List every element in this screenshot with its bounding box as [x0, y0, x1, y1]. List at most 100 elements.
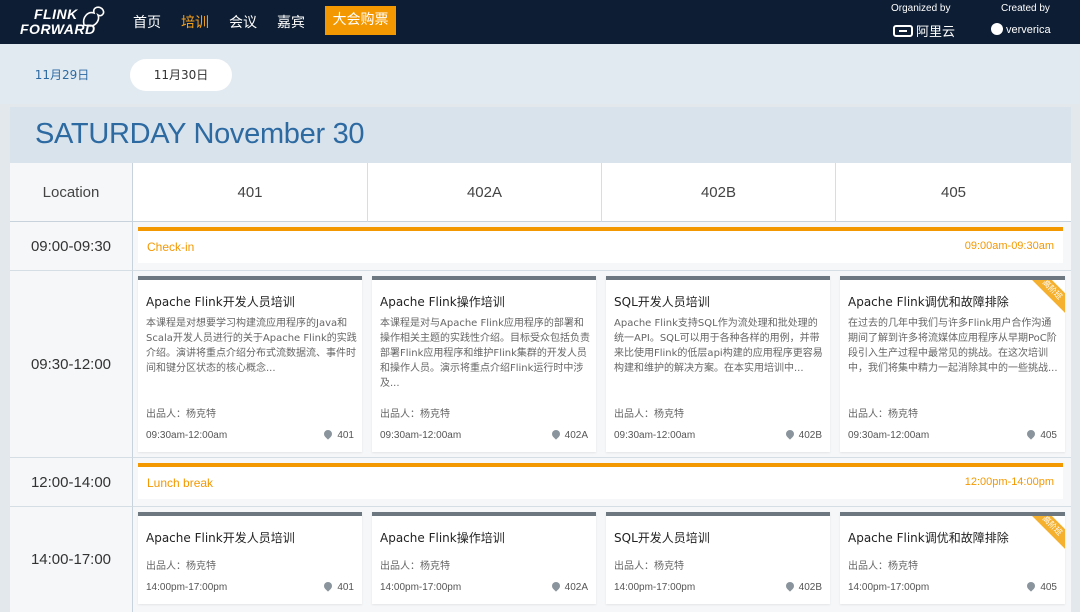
session-title: SQL开发人员培训 [614, 295, 710, 309]
nav-speakers[interactable]: 嘉宾 [277, 12, 305, 32]
session-description: 在过去的几年中我们与许多Flink用户合作沟通期间了解到许多将流媒体应用程序从早… [848, 318, 1058, 374]
session-card-402a-afternoon[interactable]: Apache Flink操作培训 出品人：杨克特 14:00pm-17:00pm… [372, 512, 596, 604]
location-pin-icon [549, 580, 562, 592]
creator-name: ververica [1006, 24, 1051, 36]
session-time: 09:30am-12:00am [380, 430, 462, 441]
session-producer: 出品人：杨克特 [848, 561, 918, 572]
session-room: 402B [783, 428, 822, 441]
nav-conference[interactable]: 会议 [229, 12, 257, 32]
session-producer: 出品人：杨克特 [146, 409, 216, 420]
advanced-badge: 高阶班 [1022, 280, 1065, 320]
session-room-label: 405 [1040, 582, 1057, 593]
session-room: 405 [1025, 428, 1057, 441]
lunch-label: Lunch break [147, 476, 214, 490]
date-tab-nov-29[interactable]: 11月29日 [14, 59, 110, 91]
schedule-panel: SATURDAY November 30 Location 401 402A 4… [10, 107, 1071, 612]
session-time: 14:00pm-17:00pm [380, 582, 462, 593]
time-slot-lunch: 12:00-14:00 [10, 458, 133, 507]
session-time: 14:00pm-17:00pm [614, 582, 696, 593]
session-description: Apache Flink支持SQL作为流处理和批处理的统一API。SQL可以用于… [614, 318, 823, 374]
session-card-401-morning[interactable]: Apache Flink开发人员培训 本课程是对想要学习构建流应用程序的Java… [138, 276, 362, 452]
aliyun-icon [893, 25, 913, 37]
session-card-402b-morning[interactable]: SQL开发人员培训 Apache Flink支持SQL作为流处理和批处理的统一A… [606, 276, 830, 452]
session-room: 401 [322, 580, 354, 593]
session-room-label: 402B [798, 430, 822, 441]
session-title: Apache Flink开发人员培训 [146, 531, 295, 545]
session-description: 本课程是对与Apache Flink应用程序的部署和操作相关主题的实践性介绍。目… [380, 318, 590, 389]
room-header-402b: 402B [602, 163, 836, 222]
session-time: 09:30am-12:00am [614, 430, 696, 441]
session-room-label: 402A [564, 430, 588, 441]
created-by-label: Created by [1001, 3, 1050, 14]
session-card-405-afternoon[interactable]: 高阶班 Apache Flink调优和故障排除 出品人：杨克特 14:00pm-… [840, 512, 1065, 604]
session-room-label: 402B [798, 582, 822, 593]
room-header-402a: 402A [368, 163, 602, 222]
nav-training[interactable]: 培训 [181, 12, 209, 32]
session-room-label: 401 [337, 430, 354, 441]
session-room: 401 [322, 428, 354, 441]
session-producer: 出品人：杨克特 [614, 409, 684, 420]
session-producer: 出品人：杨克特 [614, 561, 684, 572]
session-time: 14:00pm-17:00pm [146, 582, 228, 593]
session-time: 14:00pm-17:00pm [848, 582, 930, 593]
session-time: 09:30am-12:00am [848, 430, 930, 441]
logo-line-1: FLINK [34, 6, 78, 22]
session-card-405-morning[interactable]: 高阶班 Apache Flink调优和故障排除 在过去的几年中我们与许多Flin… [840, 276, 1065, 452]
session-card-402a-morning[interactable]: Apache Flink操作培训 本课程是对与Apache Flink应用程序的… [372, 276, 596, 452]
ververica-icon [991, 23, 1003, 35]
location-header: Location [10, 163, 133, 222]
date-tab-nov-30[interactable]: 11月30日 [130, 59, 232, 91]
time-slot-checkin: 09:00-09:30 [10, 222, 133, 271]
location-pin-icon [1025, 580, 1037, 592]
time-slot-afternoon: 14:00-17:00 [10, 507, 133, 612]
buy-ticket-button[interactable]: 大会购票 [325, 6, 396, 35]
date-selector: 11月29日 11月30日 [0, 44, 1080, 104]
day-title: SATURDAY November 30 [35, 118, 365, 150]
advanced-badge: 高阶班 [1022, 516, 1065, 556]
session-title: Apache Flink调优和故障排除 [848, 531, 1009, 545]
session-title: Apache Flink操作培训 [380, 295, 505, 309]
day-header: SATURDAY November 30 [10, 107, 1071, 163]
schedule-grid: Location 401 402A 402B 405 09:00-09:30 C… [10, 163, 1071, 612]
room-header-405: 405 [836, 163, 1071, 222]
session-time: 09:30am-12:00am [146, 430, 228, 441]
organized-by-label: Organized by [891, 3, 951, 14]
session-room-label: 401 [337, 582, 354, 593]
session-room: 405 [1025, 580, 1057, 593]
checkin-label: Check-in [147, 240, 195, 254]
session-room: 402B [783, 580, 822, 593]
location-pin-icon [1025, 428, 1037, 440]
session-producer: 出品人：杨克特 [146, 561, 216, 572]
session-producer: 出品人：杨克特 [380, 561, 450, 572]
session-producer: 出品人：杨克特 [380, 409, 450, 420]
top-navigation-bar: FLINK FORWARD 首页 培训 会议 嘉宾 大会购票 Organized… [0, 0, 1080, 44]
organizer-name: 阿里云 [916, 25, 956, 40]
organizer-logo[interactable]: 阿里云 [893, 21, 955, 40]
session-room-label: 405 [1040, 430, 1057, 441]
session-title: SQL开发人员培训 [614, 531, 710, 545]
session-card-402b-afternoon[interactable]: SQL开发人员培训 出品人：杨克特 14:00pm-17:00pm 402B [606, 512, 830, 604]
location-pin-icon [322, 580, 334, 592]
room-header-401: 401 [133, 163, 368, 222]
creator-logo[interactable]: ververica [991, 23, 1051, 36]
session-room: 402A [549, 580, 588, 593]
lunch-banner: Lunch break 12:00pm-14:00pm [138, 463, 1063, 499]
time-slot-morning: 09:30-12:00 [10, 271, 133, 458]
session-room-label: 402A [564, 582, 588, 593]
session-room: 402A [549, 428, 588, 441]
location-pin-icon [783, 428, 796, 440]
checkin-banner: Check-in 09:00am-09:30am [138, 227, 1063, 263]
flink-forward-logo[interactable]: FLINK FORWARD [18, 5, 110, 39]
lunch-range: 12:00pm-14:00pm [964, 476, 1054, 488]
nav-home[interactable]: 首页 [133, 12, 161, 32]
session-title: Apache Flink操作培训 [380, 531, 505, 545]
session-card-401-afternoon[interactable]: Apache Flink开发人员培训 出品人：杨克特 14:00pm-17:00… [138, 512, 362, 604]
session-producer: 出品人：杨克特 [848, 409, 918, 420]
session-title: Apache Flink开发人员培训 [146, 295, 295, 309]
squirrel-icon [82, 6, 105, 27]
location-pin-icon [322, 428, 334, 440]
checkin-range: 09:00am-09:30am [964, 240, 1054, 252]
location-pin-icon [549, 428, 562, 440]
session-title: Apache Flink调优和故障排除 [848, 295, 1009, 309]
session-description: 本课程是对想要学习构建流应用程序的Java和Scala开发人员进行的关于Apac… [146, 318, 357, 374]
